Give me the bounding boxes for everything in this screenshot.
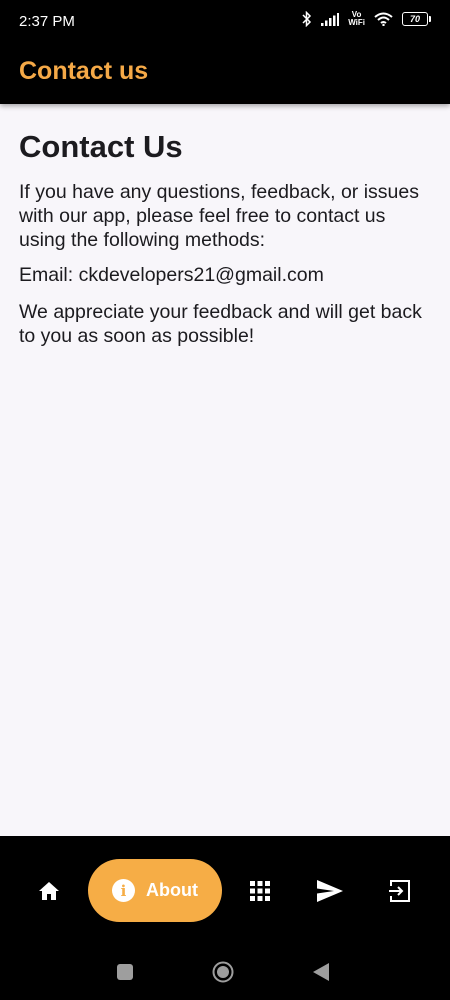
home-icon	[39, 881, 59, 900]
app-bar-title: Contact us	[19, 57, 149, 85]
vowifi-indicator: Vo WiFi	[348, 11, 365, 27]
bottom-navigation: i About	[0, 836, 450, 944]
info-icon: i	[112, 879, 135, 902]
email-text[interactable]: Email: ckdevelopers21@gmail.com	[19, 263, 431, 287]
send-icon	[317, 879, 343, 902]
nav-about-button[interactable]: i About	[88, 859, 222, 922]
status-icons: Vo WiFi 70	[302, 11, 431, 27]
nav-logout-button[interactable]	[378, 859, 422, 922]
grid-icon	[250, 880, 270, 901]
system-navigation-bar	[0, 944, 450, 1000]
wifi-icon	[374, 12, 393, 26]
battery-icon: 70	[402, 12, 431, 26]
nav-home-button[interactable]	[28, 859, 70, 922]
signal-icon	[321, 12, 340, 26]
page-heading: Contact Us	[19, 129, 183, 164]
home-button-icon[interactable]	[212, 961, 234, 983]
nav-about-label: About	[146, 880, 198, 900]
intro-text: If you have any questions, feedback, or …	[19, 181, 419, 251]
nav-send-button[interactable]	[307, 859, 353, 922]
status-bar: 2:37 PM Vo WiFi 70	[0, 0, 450, 44]
status-time: 2:37 PM	[19, 13, 75, 30]
nav-grid-button[interactable]	[239, 859, 281, 922]
contact-content: Contact Us If you have any questions, fe…	[19, 128, 431, 359]
app-bar: Contact us	[0, 44, 450, 104]
bluetooth-icon	[302, 11, 312, 27]
exit-icon	[389, 879, 410, 902]
vowifi-bottom-label: WiFi	[348, 18, 365, 27]
closing-text: We appreciate your feedback and will get…	[19, 301, 422, 347]
recents-icon[interactable]	[117, 964, 133, 980]
back-icon[interactable]	[313, 963, 329, 981]
